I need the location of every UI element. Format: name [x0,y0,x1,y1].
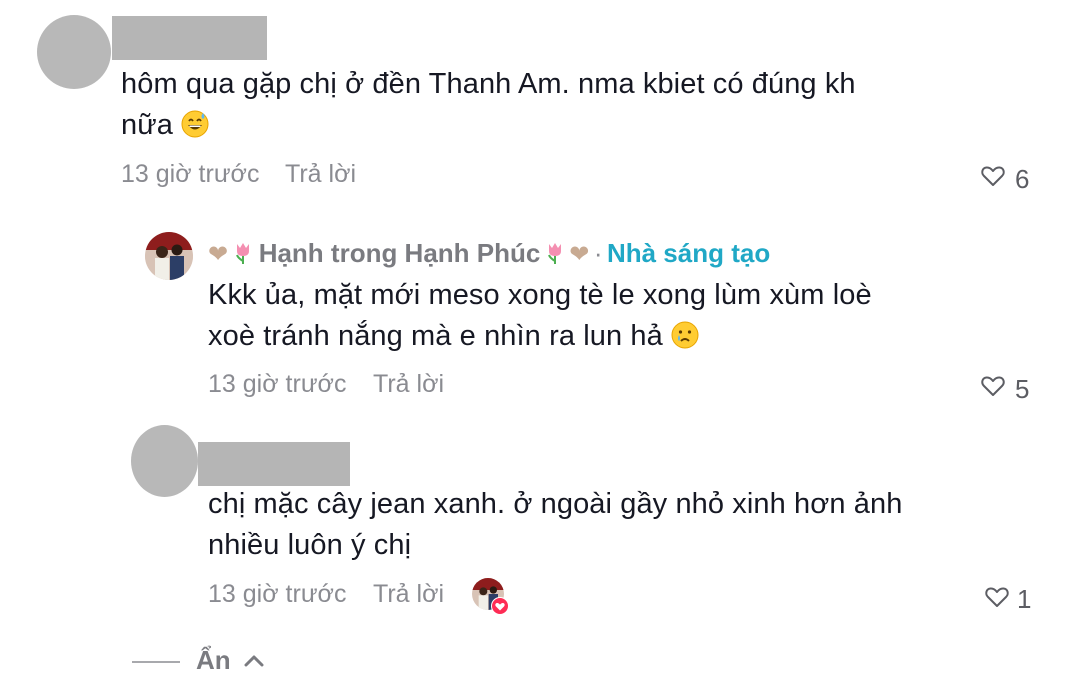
commenter-name-redacted[interactable] [198,442,350,486]
heart-icon [985,587,1009,607]
comment-text-line: hôm qua gặp chị ở đền Thanh Am. nma kbie… [121,68,856,100]
hide-replies-divider [132,661,180,663]
chevron-up-icon [244,655,264,666]
comment-text-line: nhiều luôn ý chị [208,529,412,561]
like-count: 5 [1015,374,1030,404]
tulip-emoji [545,243,569,266]
heart-emoji: ❤ [569,241,590,268]
crying-smile-emoji [671,320,699,361]
liked-heart-icon [491,597,509,615]
commenter-avatar[interactable] [37,15,111,89]
comment-timestamp: 13 giờ trước [121,160,260,188]
grinning-sweat-emoji [181,109,209,150]
commenter-avatar[interactable] [131,425,198,497]
hide-replies-button[interactable]: Ẩn [196,645,265,676]
creator-name-row: ❤ Hạnh trong Hạnh Phúc ❤ · Nhà sáng tạo [208,238,770,269]
like-count: 1 [1017,584,1032,614]
like-button[interactable] [980,163,1006,191]
reply-button[interactable]: Trả lời [373,370,444,399]
reply-button[interactable]: Trả lời [285,160,356,189]
heart-icon [981,166,1005,186]
heart-icon [981,376,1005,396]
liked-by-creator-avatar [472,578,509,615]
comment-text-line: chị mặc cây jean xanh. ở ngoài gầy nhỏ x… [208,488,903,520]
comment-text: chị mặc cây jean xanh. ở ngoài gầy nhỏ x… [208,484,1028,566]
creator-name[interactable]: Hạnh trong Hạnh Phúc [259,238,541,268]
comment-text-line: nữa [121,109,173,141]
comment-text: Kkk ủa, mặt mới meso xong tè le xong lùm… [208,275,1028,361]
comment-text-line: xoè tránh nắng mà e nhìn ra lun hả [208,320,663,352]
hide-replies-label: Ẩn [196,645,231,675]
badge-separator: · [593,238,603,268]
like-button[interactable] [984,584,1010,612]
comment-text: hôm qua gặp chị ở đền Thanh Am. nma kbie… [121,64,1021,150]
comment-text-line: Kkk ủa, mặt mới meso xong tè le xong lùm… [208,279,872,311]
comment-timestamp: 13 giờ trước [208,370,347,398]
commenter-name-redacted[interactable] [112,16,267,60]
heart-emoji: ❤ [208,241,229,268]
reply-button[interactable]: Trả lời [373,580,444,609]
tulip-emoji [233,242,259,267]
creator-avatar[interactable] [145,232,193,280]
creator-badge: Nhà sáng tạo [606,238,771,268]
comment-timestamp: 13 giờ trước [208,580,347,608]
like-button[interactable] [980,373,1006,401]
like-count: 6 [1015,164,1030,194]
